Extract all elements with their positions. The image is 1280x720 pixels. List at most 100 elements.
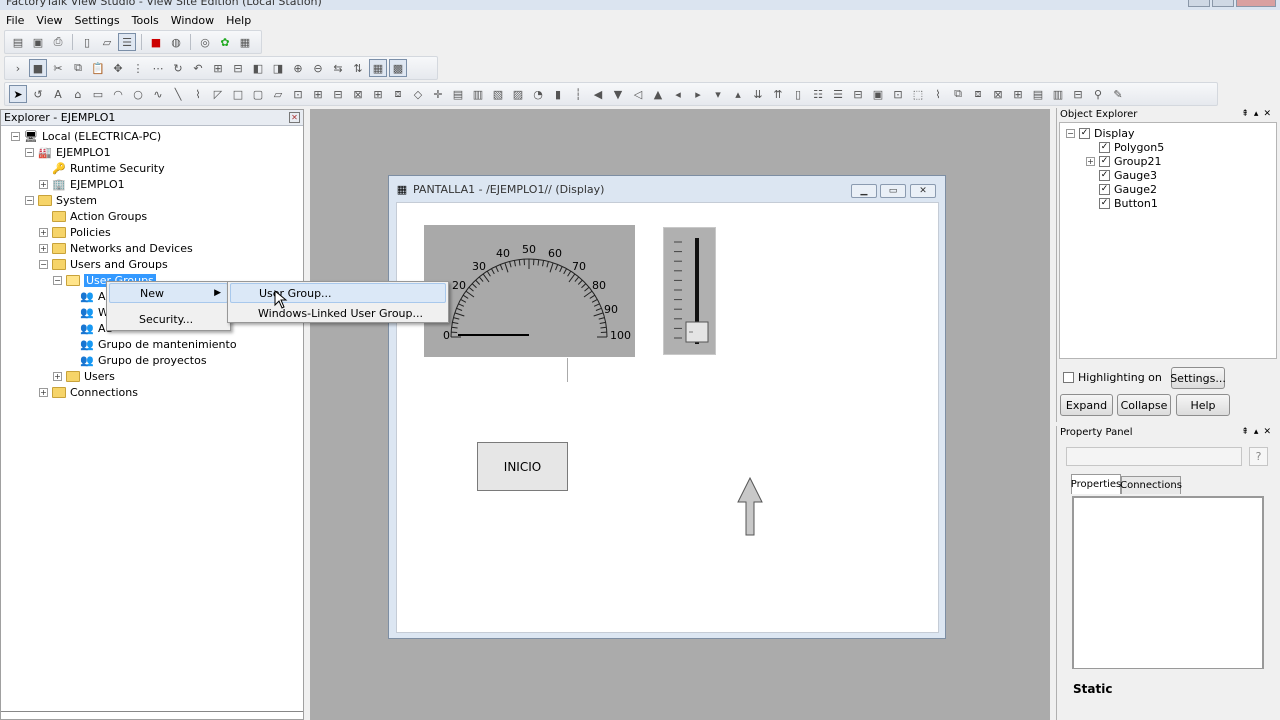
arrow-icon[interactable]: ›: [9, 59, 27, 77]
close-window-button[interactable]: [1236, 0, 1276, 7]
display-list-icon[interactable]: ▥: [1049, 85, 1067, 103]
collapse-icon[interactable]: −: [1066, 128, 1075, 138]
collapse-button[interactable]: Collapse: [1117, 394, 1171, 416]
line-tool-icon[interactable]: ╲: [169, 85, 187, 103]
tree-node-runtime-security[interactable]: 🔑 Runtime Security: [39, 160, 164, 176]
arrow-up-small-icon[interactable]: ▴: [729, 85, 747, 103]
inicio-button[interactable]: INICIO: [477, 442, 568, 491]
refresh-icon[interactable]: ✿: [216, 33, 234, 51]
tree-node-users-and-groups[interactable]: − Users and Groups: [39, 256, 168, 272]
select-pointer-icon[interactable]: ➤: [9, 85, 27, 103]
snap-toggle-icon[interactable]: ▩: [389, 59, 407, 77]
display-close-button[interactable]: ✕: [910, 184, 936, 198]
wedge-tool-icon[interactable]: ◸: [209, 85, 227, 103]
expand-button[interactable]: Expand: [1060, 394, 1113, 416]
duplicate-icon[interactable]: ✥: [109, 59, 127, 77]
tree-node-policies[interactable]: + Policies: [39, 224, 111, 240]
freehand-tool-icon[interactable]: ∿: [149, 85, 167, 103]
alarm-list-icon[interactable]: ⧈: [969, 85, 987, 103]
arrow-down-small-icon[interactable]: ▾: [709, 85, 727, 103]
arrow-right-icon[interactable]: ▸: [689, 85, 707, 103]
tree-node-users[interactable]: + Users: [53, 368, 115, 384]
panel-icon[interactable]: ⊡: [889, 85, 907, 103]
trend-icon[interactable]: ⌇: [929, 85, 947, 103]
properties-grid[interactable]: [1073, 497, 1263, 669]
gauge-object[interactable]: 0 20 30 40 50 60 70 80 90 100: [424, 225, 635, 357]
activex-icon[interactable]: ⬚: [909, 85, 927, 103]
group-icon[interactable]: ⊞: [209, 59, 227, 77]
highlighting-checkbox[interactable]: [1063, 371, 1074, 383]
binoculars-icon[interactable]: ◎: [196, 33, 214, 51]
new-file-icon[interactable]: ▯: [78, 33, 96, 51]
arrow-up-icon[interactable]: ▲: [649, 85, 667, 103]
text-tool-icon[interactable]: A: [49, 85, 67, 103]
status-list-icon[interactable]: ⊠: [989, 85, 1007, 103]
numeric-input-icon[interactable]: ▤: [449, 85, 467, 103]
scale-icon[interactable]: ┆: [569, 85, 587, 103]
alarm-banner-icon[interactable]: ⧉: [949, 85, 967, 103]
collapse-icon[interactable]: −: [11, 131, 20, 141]
tree-node-application-area[interactable]: + 🏢 EJEMPLO1: [39, 176, 125, 192]
latched-button-icon[interactable]: ⊠: [349, 85, 367, 103]
menu-item-security[interactable]: Security...: [109, 309, 228, 329]
polygon-tool-icon[interactable]: ⌂: [69, 85, 87, 103]
double-down-icon[interactable]: ⇊: [749, 85, 767, 103]
help-button[interactable]: Help: [1176, 394, 1230, 416]
pen-icon[interactable]: ✎: [1109, 85, 1127, 103]
zoom-in-icon[interactable]: ⊕: [289, 59, 307, 77]
collapse-icon[interactable]: −: [25, 195, 34, 205]
numeric-display-icon[interactable]: ▧: [489, 85, 507, 103]
freehand-rotate-icon[interactable]: ↺: [29, 85, 47, 103]
undo-icon[interactable]: ↶: [189, 59, 207, 77]
flip-horizontal-icon[interactable]: ⇆: [329, 59, 347, 77]
expand-icon[interactable]: +: [39, 179, 48, 189]
square-tool-icon[interactable]: □: [229, 85, 247, 103]
spacing-icon[interactable]: ⋯: [149, 59, 167, 77]
expand-icon[interactable]: +: [39, 243, 48, 253]
menu-item-new[interactable]: New ▶: [109, 283, 228, 303]
object-selector-combo[interactable]: [1066, 447, 1242, 466]
send-back-icon[interactable]: ◨: [269, 59, 287, 77]
bar-graph-icon[interactable]: ▮: [549, 85, 567, 103]
visibility-checkbox[interactable]: ✓: [1099, 155, 1110, 167]
maximize-window-button[interactable]: [1212, 0, 1234, 7]
arrow-left-small-icon[interactable]: ◂: [669, 85, 687, 103]
ungroup-icon[interactable]: ⊟: [229, 59, 247, 77]
minimize-window-button[interactable]: [1188, 0, 1210, 7]
tree-node-system[interactable]: − System: [25, 192, 97, 208]
local-message-icon[interactable]: ⊟: [1069, 85, 1087, 103]
menu-help[interactable]: Help: [220, 14, 257, 27]
tree-node-application[interactable]: − 🏭 EJEMPLO1: [25, 144, 111, 160]
pane-pin-icon[interactable]: ⇞▴✕: [1241, 108, 1276, 121]
close-pane-icon[interactable]: ✕: [289, 112, 300, 123]
visibility-checkbox[interactable]: ✓: [1099, 197, 1110, 209]
display-minimize-button[interactable]: ▁: [851, 184, 877, 198]
rotate-icon[interactable]: ↻: [169, 59, 187, 77]
menu-settings[interactable]: Settings: [69, 14, 126, 27]
visibility-checkbox[interactable]: ✓: [1099, 183, 1110, 195]
display-restore-button[interactable]: ▭: [880, 184, 906, 198]
menu-item-windows-linked-user-group[interactable]: Windows-Linked User Group...: [230, 303, 446, 323]
tree-node-networks[interactable]: + Networks and Devices: [39, 240, 193, 256]
open-folder-icon[interactable]: ▱: [98, 33, 116, 51]
arc-tool-icon[interactable]: ◠: [109, 85, 127, 103]
tab-properties[interactable]: Properties: [1071, 474, 1121, 494]
visibility-checkbox[interactable]: ✓: [1079, 127, 1090, 139]
visibility-checkbox[interactable]: ✓: [1099, 169, 1110, 181]
collapse-icon[interactable]: −: [53, 275, 62, 285]
save-icon[interactable]: ▣: [29, 33, 47, 51]
copy-icon[interactable]: ⧉: [69, 59, 87, 77]
tree-node-local[interactable]: − 🖥 Local (ELECTRICA-PC): [11, 128, 161, 144]
expand-icon[interactable]: +: [39, 387, 48, 397]
tab-connections[interactable]: Connections: [1120, 476, 1182, 494]
multistate-button-icon[interactable]: ⊞: [369, 85, 387, 103]
push-button-icon[interactable]: ⊡: [289, 85, 307, 103]
object-node-button[interactable]: ✓ Button1: [1086, 195, 1158, 211]
visibility-checkbox[interactable]: ✓: [1099, 141, 1110, 153]
menu-file[interactable]: File: [0, 14, 30, 27]
collapse-icon[interactable]: −: [39, 259, 48, 269]
tree-node-action-groups[interactable]: Action Groups: [39, 208, 147, 224]
zoom-out-icon[interactable]: ⊖: [309, 59, 327, 77]
diagnostics-icon[interactable]: ⊞: [1009, 85, 1027, 103]
polyline-tool-icon[interactable]: ⌇: [189, 85, 207, 103]
